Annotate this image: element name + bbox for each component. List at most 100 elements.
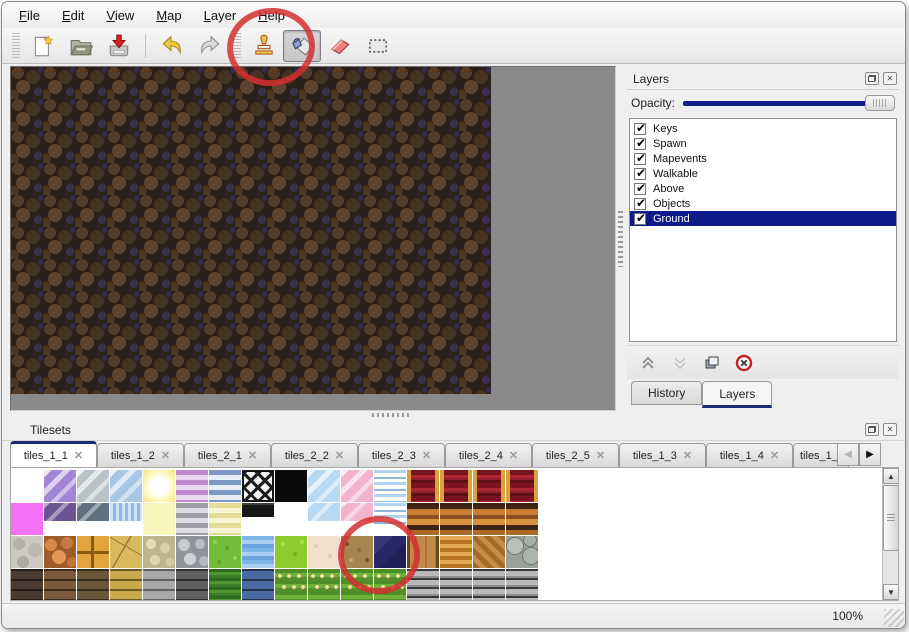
tile-basket-weave[interactable]: [440, 536, 472, 568]
tile-stripes-blue[interactable]: [209, 470, 241, 502]
tab-close-icon[interactable]: ✕: [683, 449, 692, 462]
opacity-slider-handle[interactable]: [865, 95, 895, 111]
map-ground-tiles[interactable]: [11, 67, 491, 394]
redo-button[interactable]: [191, 30, 229, 62]
layer-row-walkable[interactable]: ✔Walkable: [630, 166, 896, 181]
scroll-down-button[interactable]: ▼: [883, 584, 899, 600]
tile-wood-stripes[interactable]: [407, 503, 439, 535]
tile-brick-darkbrown[interactable]: [11, 569, 43, 601]
horizontal-splitter[interactable]: [2, 411, 905, 419]
save-map-button[interactable]: [100, 30, 138, 62]
tile-glass-purple[interactable]: [44, 470, 76, 502]
tile-glass-pink[interactable]: [341, 470, 373, 502]
fill-tool-button[interactable]: [283, 30, 321, 62]
tile-navy-selected[interactable]: [374, 536, 406, 568]
tab-close-icon[interactable]: ✕: [248, 449, 257, 462]
tab-scroll-left-button[interactable]: ◀: [837, 443, 859, 466]
tile-black[interactable]: [275, 470, 307, 502]
tab-scroll-right-button[interactable]: ▶: [859, 443, 881, 466]
tile-wood-stripes[interactable]: [506, 503, 538, 535]
tile-herringbone[interactable]: [473, 536, 505, 568]
menu-map[interactable]: Map: [147, 5, 190, 26]
tileset-tab-tiles_2_2[interactable]: tiles_2_2✕: [271, 443, 358, 467]
open-map-button[interactable]: [62, 30, 100, 62]
menu-help[interactable]: Help: [249, 5, 294, 26]
tile-brick-gray-light[interactable]: [506, 569, 538, 601]
tileset-tab-tiles_2_1[interactable]: tiles_2_1✕: [184, 443, 271, 467]
tile-stripes-pink[interactable]: [176, 470, 208, 502]
tileset-tab-tiles_2_3[interactable]: tiles_2_3✕: [358, 443, 445, 467]
tile-glass-lightblue-half[interactable]: [308, 503, 340, 521]
tab-layers[interactable]: Layers: [702, 381, 772, 408]
tile-cobble-orange[interactable]: [44, 536, 76, 568]
tile-lattice[interactable]: [242, 470, 274, 502]
tab-history[interactable]: History: [631, 381, 702, 405]
tile-stripes-yellow[interactable]: [209, 503, 241, 535]
tile-glass-blue[interactable]: [110, 470, 142, 502]
resize-grip[interactable]: [884, 609, 904, 627]
layer-visibility-checkbox[interactable]: ✔: [634, 123, 646, 135]
tile-cracked-yellow[interactable]: [110, 536, 142, 568]
new-map-button[interactable]: [24, 30, 62, 62]
tile-magenta[interactable]: [11, 503, 43, 535]
tile-brick-blue[interactable]: [242, 569, 274, 601]
tile-glass-gray[interactable]: [77, 470, 109, 502]
close-panel-button[interactable]: ✕: [883, 72, 897, 85]
tile-grass-flower-rows[interactable]: [341, 569, 373, 601]
layer-visibility-checkbox[interactable]: ✔: [634, 138, 646, 150]
tileset-tab-tiles_1_1[interactable]: tiles_1_1✕: [10, 441, 97, 467]
layer-row-keys[interactable]: ✔Keys: [630, 121, 896, 136]
tilesets-float-button[interactable]: [865, 423, 879, 436]
tile-brick-yellow[interactable]: [110, 569, 142, 601]
tile-tile-orange[interactable]: [77, 536, 109, 568]
menu-edit[interactable]: Edit: [53, 5, 93, 26]
layer-visibility-checkbox[interactable]: ✔: [634, 213, 646, 225]
vertical-splitter[interactable]: [616, 66, 625, 411]
tile-water-blue[interactable]: [242, 536, 274, 568]
tile-curtain-red[interactable]: [506, 470, 538, 502]
layer-visibility-checkbox[interactable]: ✔: [634, 198, 646, 210]
layer-row-mapevents[interactable]: ✔Mapevents: [630, 151, 896, 166]
tab-close-icon[interactable]: ✕: [596, 449, 605, 462]
tile-brick-gray[interactable]: [143, 569, 175, 601]
splitter-grip-h[interactable]: [372, 413, 412, 417]
tile-brick-brown[interactable]: [44, 569, 76, 601]
tile-flagstone-gray[interactable]: [11, 536, 43, 568]
tile-brick-darkgray[interactable]: [176, 569, 208, 601]
tilesets-close-button[interactable]: ✕: [883, 423, 897, 436]
tab-close-icon[interactable]: ✕: [161, 449, 170, 462]
tile-grass-green[interactable]: [209, 536, 241, 568]
splitter-grip[interactable]: [618, 211, 623, 267]
tileset-tab-tiles_1_3[interactable]: tiles_1_3✕: [619, 443, 706, 467]
tab-close-icon[interactable]: ✕: [335, 449, 344, 462]
tile-curtain-red[interactable]: [440, 470, 472, 502]
duplicate-layer-button[interactable]: [701, 352, 723, 374]
tile-stripes-gray[interactable]: [176, 503, 208, 535]
menu-file[interactable]: File: [10, 5, 49, 26]
tile-glass-purple-dark[interactable]: [44, 503, 76, 521]
tile-glass-lightblue[interactable]: [308, 470, 340, 502]
eraser-tool-button[interactable]: [321, 30, 359, 62]
tileset-scrollbar[interactable]: ▲ ▼: [882, 468, 898, 600]
tile-brick-gray-light[interactable]: [440, 569, 472, 601]
tileset-tab-tiles_1_4[interactable]: tiles_1_4✕: [706, 443, 793, 467]
opacity-slider[interactable]: [683, 94, 895, 112]
scroll-up-button[interactable]: ▲: [883, 468, 899, 484]
toolbar-drag-handle[interactable]: [12, 33, 20, 59]
tile-brick-gray-light[interactable]: [407, 569, 439, 601]
scrollbar-thumb[interactable]: [883, 485, 899, 551]
tile-curtain-blue[interactable]: [374, 470, 406, 502]
stamp-tool-button[interactable]: [245, 30, 283, 62]
layer-row-spawn[interactable]: ✔Spawn: [630, 136, 896, 151]
tile-pebbles-beige[interactable]: [143, 536, 175, 568]
tile-curtain-blue[interactable]: [374, 503, 406, 527]
tile-grass-flower-rows[interactable]: [374, 569, 406, 601]
tile-grass-bright[interactable]: [275, 536, 307, 568]
layer-row-ground[interactable]: ✔Ground: [630, 211, 896, 226]
opacity-slider-groove[interactable]: [683, 101, 893, 106]
delete-layer-button[interactable]: [733, 352, 755, 374]
move-layer-up-button[interactable]: [637, 352, 659, 374]
tile-glass-pink-half[interactable]: [341, 503, 373, 521]
tile-cobble-gray[interactable]: [176, 536, 208, 568]
tile-glow-yellow[interactable]: [143, 470, 175, 502]
